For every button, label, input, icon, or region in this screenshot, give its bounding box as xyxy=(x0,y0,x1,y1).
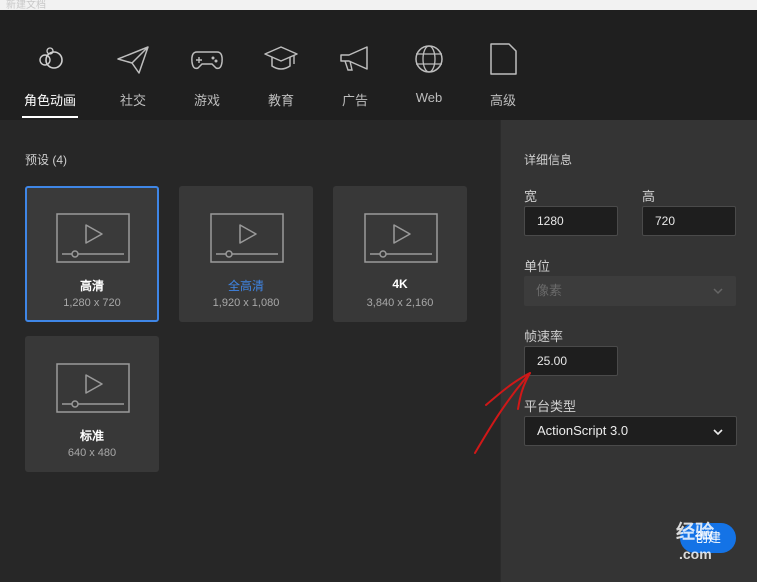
paper-plane-icon xyxy=(117,46,149,74)
details-panel: 详细信息 宽 1280 高 720 单位 像素 帧速率 25.00 平台类型 A… xyxy=(501,120,757,582)
presets-panel: 预设 (4) 高清 1,280 x 720 全高清 1,920 x 1,080 … xyxy=(0,120,500,582)
tab-label: 教育 xyxy=(267,93,294,108)
unit-select: 像素 xyxy=(524,276,736,306)
preset-card-hd[interactable]: 高清 1,280 x 720 xyxy=(25,186,159,322)
preset-size: 1,280 x 720 xyxy=(63,297,121,309)
tab-label: 高级 xyxy=(489,93,516,108)
tab-education[interactable]: 教育 xyxy=(251,42,311,120)
platform-value: ActionScript 3.0 xyxy=(537,423,629,438)
create-button[interactable]: 创建 xyxy=(680,523,736,553)
category-tab-bar: 角色动画 社交 游戏 教育 广告 Web 高级 xyxy=(0,10,757,120)
preset-name: 标准 xyxy=(79,429,104,443)
preset-card-full-hd[interactable]: 全高清 1,920 x 1,080 xyxy=(179,186,313,322)
details-heading: 详细信息 xyxy=(524,153,573,167)
tab-social[interactable]: 社交 xyxy=(103,42,163,120)
width-input[interactable]: 1280 xyxy=(524,206,618,236)
height-label: 高 xyxy=(642,189,656,204)
width-label: 宽 xyxy=(524,189,538,204)
preset-name: 4K xyxy=(392,277,408,291)
tab-label: 游戏 xyxy=(193,93,220,108)
platform-select[interactable]: ActionScript 3.0 xyxy=(524,416,737,446)
megaphone-icon xyxy=(340,46,368,71)
active-tab-indicator xyxy=(22,116,78,118)
tab-games[interactable]: 游戏 xyxy=(177,42,237,120)
globe-icon xyxy=(415,45,443,73)
tab-label: 社交 xyxy=(119,93,146,108)
tab-label: Web xyxy=(415,90,443,105)
chevron-down-icon xyxy=(713,288,723,295)
video-preset-icon xyxy=(210,213,284,263)
tab-advanced[interactable]: 高级 xyxy=(473,42,533,120)
graduation-cap-icon xyxy=(264,46,298,70)
video-preset-icon xyxy=(364,213,438,263)
unit-value: 像素 xyxy=(536,283,563,298)
window-title-bar: 新建文档 xyxy=(0,0,757,11)
preset-name: 全高清 xyxy=(227,279,264,293)
fps-label: 帧速率 xyxy=(524,329,564,344)
preset-size: 3,840 x 2,160 xyxy=(366,297,434,309)
height-input[interactable]: 720 xyxy=(642,206,736,236)
chevron-down-icon xyxy=(713,429,723,436)
red-annotation-arrow xyxy=(474,372,531,454)
tab-advertising[interactable]: 广告 xyxy=(325,42,385,120)
video-preset-icon xyxy=(56,213,130,263)
preset-card-4k[interactable]: 4K 3,840 x 2,160 xyxy=(333,186,467,322)
unit-label: 单位 xyxy=(524,259,551,274)
video-preset-icon xyxy=(56,363,130,413)
tab-label: 角色动画 xyxy=(23,93,76,108)
preset-card-standard[interactable]: 标准 640 x 480 xyxy=(25,336,159,472)
preset-name: 高清 xyxy=(79,279,104,293)
gamepad-icon xyxy=(191,51,223,70)
preset-size: 640 x 480 xyxy=(67,447,117,459)
tab-label: 广告 xyxy=(341,93,368,108)
tab-character-animation[interactable]: 角色动画 xyxy=(20,42,80,120)
character-animation-icon xyxy=(39,47,63,69)
preset-size: 1,920 x 1,080 xyxy=(212,297,280,309)
presets-title: 预设 (4) xyxy=(25,153,68,167)
document-icon xyxy=(490,43,517,75)
tab-web[interactable]: Web xyxy=(399,42,459,120)
